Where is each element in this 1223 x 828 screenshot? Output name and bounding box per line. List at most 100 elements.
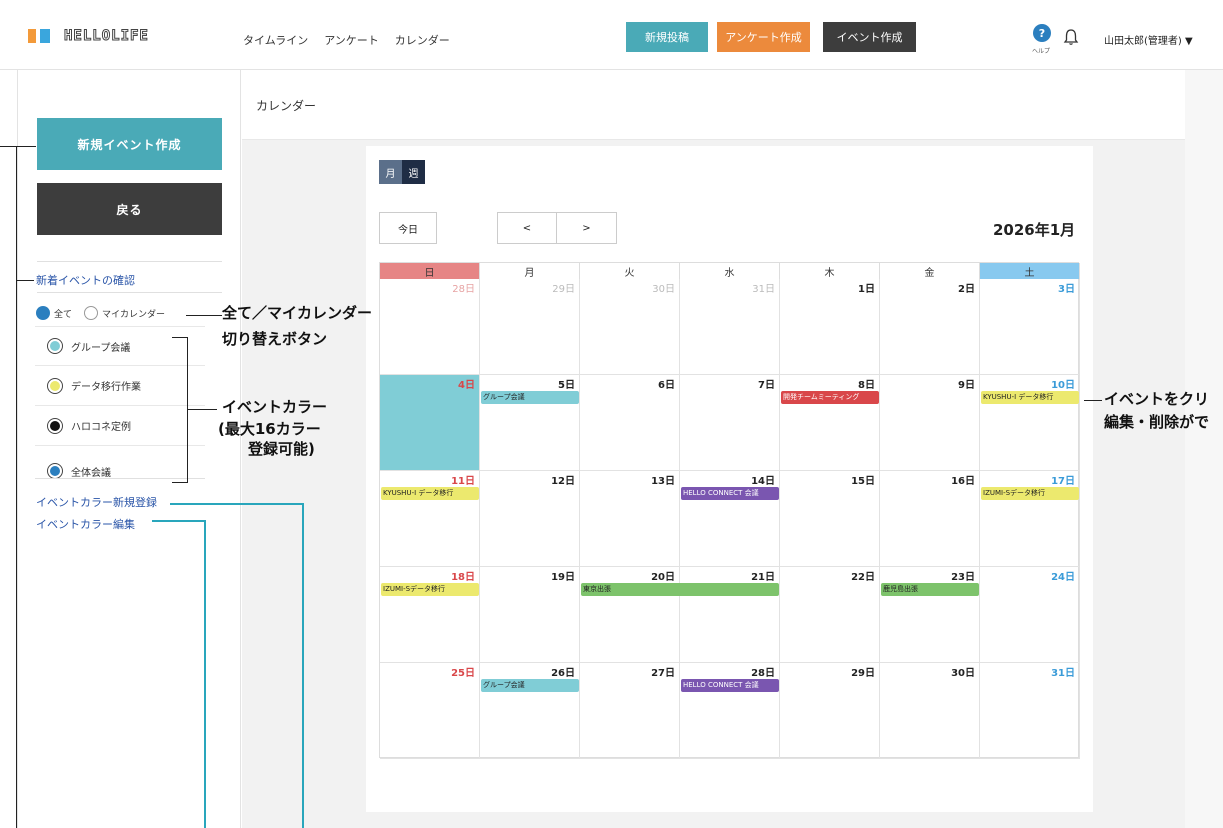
sidebar-divider [37, 261, 222, 262]
calendar-day-cell[interactable]: 30日 [580, 279, 680, 375]
calendar-day-cell[interactable]: 30日 [880, 663, 980, 759]
day-number: 7日 [758, 380, 775, 391]
calendar-day-cell[interactable]: 26日 [480, 663, 580, 759]
create-survey-button[interactable]: アンケート作成 [717, 22, 810, 52]
prev-month-button[interactable]: < [497, 212, 557, 244]
calendar-day-cell[interactable]: 28日 [680, 663, 780, 759]
color-dot-icon [47, 377, 63, 394]
day-number: 19日 [551, 572, 575, 583]
calendar-day-cell[interactable]: 29日 [480, 279, 580, 375]
day-number: 12日 [551, 476, 575, 487]
annotation-line [187, 409, 217, 410]
calendar-event[interactable]: HELLO CONNECT 会議 [681, 487, 779, 500]
radio-all[interactable] [36, 306, 50, 320]
day-number: 9日 [958, 380, 975, 391]
calendar-day-cell[interactable]: 31日 [680, 279, 780, 375]
calendar-event[interactable]: IZUMI-Sデータ移行 [381, 583, 479, 596]
calendar-day-cell[interactable]: 11日 [380, 471, 480, 567]
calendar-day-cell[interactable]: 4日 [380, 375, 480, 471]
annotation-line [170, 503, 304, 505]
calendar-day-cell[interactable]: 31日 [980, 663, 1080, 759]
calendar-event[interactable]: HELLO CONNECT 会議 [681, 679, 779, 692]
calendar-day-cell[interactable]: 1日 [780, 279, 880, 375]
annotation-bracket [172, 482, 188, 483]
calendar-day-cell[interactable]: 24日 [980, 567, 1080, 663]
help-icon[interactable]: ? [1033, 24, 1051, 42]
annotation-color-line3: 登録可能) [248, 440, 315, 458]
calendar-day-cell[interactable]: 9日 [880, 375, 980, 471]
nav-timeline[interactable]: タイムライン [243, 32, 308, 48]
calendar-event[interactable]: 東京出張 [581, 583, 779, 596]
calendar-day-cell[interactable]: 28日 [380, 279, 480, 375]
calendar-day-cell[interactable]: 5日 [480, 375, 580, 471]
nav-survey[interactable]: アンケート [324, 32, 379, 48]
calendar-day-cell[interactable]: 19日 [480, 567, 580, 663]
event-color-item[interactable]: データ移行作業 [35, 366, 205, 406]
calendar-event[interactable]: IZUMI-Sデータ移行 [981, 487, 1079, 500]
today-button[interactable]: 今日 [379, 212, 437, 244]
calendar-event[interactable]: KYUSHU-I データ移行 [381, 487, 479, 500]
annotation-toggle-line1: 全て／マイカレンダー [222, 304, 373, 322]
new-event-color-link[interactable]: イベントカラー新規登録 [36, 494, 157, 510]
back-button[interactable]: 戻る [37, 183, 222, 235]
nav-calendar[interactable]: カレンダー [395, 32, 450, 48]
calendar-day-cell[interactable]: 17日 [980, 471, 1080, 567]
calendar-day-cell[interactable]: 27日 [580, 663, 680, 759]
annotation-color-line2: (最大16カラー [218, 420, 321, 438]
hellolife-logo[interactable]: HELLOLIFE [28, 28, 149, 45]
day-number: 5日 [558, 380, 575, 391]
calendar-event[interactable]: 開発チームミーティング [781, 391, 879, 404]
calendar-day-cell[interactable]: 2日 [880, 279, 980, 375]
next-month-button[interactable]: > [556, 212, 617, 244]
month-view-toggle[interactable]: 月 [379, 160, 402, 184]
day-number: 28日 [751, 668, 775, 679]
create-event-button[interactable]: イベント作成 [823, 22, 916, 52]
calendar-day-cell[interactable]: 8日 [780, 375, 880, 471]
day-number: 18日 [451, 572, 475, 583]
calendar-day-cell[interactable]: 3日 [980, 279, 1080, 375]
calendar-day-cell[interactable]: 6日 [580, 375, 680, 471]
calendar-event[interactable]: グループ会議 [481, 679, 579, 692]
calendar-day-cell[interactable]: 7日 [680, 375, 780, 471]
calendar-event[interactable]: グループ会議 [481, 391, 579, 404]
annotation-toggle-line2: 切り替えボタン [222, 330, 328, 348]
calendar-day-cell[interactable]: 21日 [680, 567, 780, 663]
edit-event-color-link[interactable]: イベントカラー編集 [36, 516, 135, 532]
day-number: 25日 [451, 668, 475, 679]
annotation-click-line1: イベントをクリ [1104, 390, 1210, 408]
calendar-day-cell[interactable]: 22日 [780, 567, 880, 663]
radio-my-label: マイカレンダー [102, 309, 166, 320]
new-post-button[interactable]: 新規投稿 [626, 22, 708, 52]
sidebar-divider [35, 478, 205, 479]
calendar-day-cell[interactable]: 29日 [780, 663, 880, 759]
calendar-day-cell[interactable]: 16日 [880, 471, 980, 567]
radio-my-calendar[interactable] [84, 306, 99, 320]
day-number: 23日 [951, 572, 975, 583]
calendar-day-cell[interactable]: 15日 [780, 471, 880, 567]
event-color-item[interactable]: ハロコネ定例 [35, 406, 205, 446]
calendar-day-cell[interactable]: 18日 [380, 567, 480, 663]
event-color-item[interactable]: グループ会議 [35, 326, 205, 366]
top-header: HELLOLIFE タイムライン アンケート カレンダー 新規投稿 アンケート作… [0, 0, 1223, 70]
calendar-day-cell[interactable]: 10日 [980, 375, 1080, 471]
radio-all-label: 全て [54, 309, 73, 320]
calendar-day-cell[interactable]: 13日 [580, 471, 680, 567]
user-menu[interactable]: 山田太郎(管理者) ▼ [1104, 32, 1193, 47]
calendar-day-cell[interactable]: 25日 [380, 663, 480, 759]
check-new-events-link[interactable]: 新着イベントの確認 [36, 272, 135, 288]
calendar-event[interactable]: 鹿児島出張 [881, 583, 979, 596]
new-event-button[interactable]: 新規イベント作成 [37, 118, 222, 170]
calendar-day-cell[interactable]: 12日 [480, 471, 580, 567]
event-color-item[interactable]: 全体会議 [35, 446, 205, 478]
day-number: 3日 [1058, 284, 1075, 295]
calendar-event[interactable]: KYUSHU-I データ移行 [981, 391, 1079, 404]
calendar-day-cell[interactable]: 23日 [880, 567, 980, 663]
bell-icon[interactable] [1063, 28, 1079, 50]
calendar-day-cell[interactable]: 14日 [680, 471, 780, 567]
weekday-header: 土 [980, 263, 1080, 279]
calendar-day-cell[interactable]: 20日 [580, 567, 680, 663]
annotation-bracket [187, 337, 188, 483]
week-view-toggle[interactable]: 週 [402, 160, 425, 184]
annotation-click-line2: 編集・削除がで [1104, 413, 1210, 431]
annotation-line [16, 146, 17, 828]
